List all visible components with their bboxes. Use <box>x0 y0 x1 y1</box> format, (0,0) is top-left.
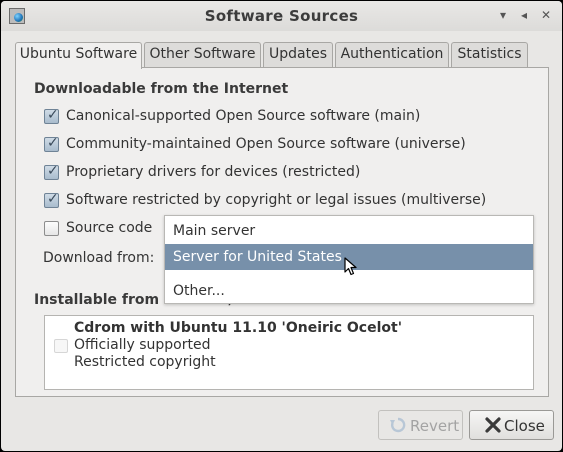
revert-button-label: Revert <box>410 417 460 435</box>
close-button-label: Close <box>504 417 545 435</box>
cdrom-support-status: Officially supported <box>74 337 211 353</box>
tab-updates[interactable]: Updates <box>263 42 333 67</box>
window-title: Software Sources <box>204 7 359 25</box>
download-from-label: Download from: <box>43 250 155 266</box>
checkbox-universe[interactable]: ✓ <box>44 135 59 152</box>
close-button[interactable]: Close <box>469 410 554 440</box>
tab-statistics[interactable]: Statistics <box>451 42 528 67</box>
checkbox-source-code[interactable] <box>44 221 59 236</box>
option-universe-label: Community-maintained Open Source softwar… <box>66 136 466 152</box>
software-sources-window: Software Sources ▾ ◂ ✕ Ubuntu Software O… <box>1 1 562 451</box>
tab-authentication[interactable]: Authentication <box>335 42 449 67</box>
option-multiverse-label: Software restricted by copyright or lega… <box>66 192 487 208</box>
cdrom-checkbox[interactable] <box>54 339 68 353</box>
dropdown-item-main-server[interactable]: Main server <box>165 218 533 244</box>
mouse-cursor-icon <box>344 257 357 276</box>
checkbox-restricted[interactable]: ✓ <box>44 163 59 180</box>
minimize-icon[interactable]: ◂ <box>516 7 532 23</box>
revert-icon <box>390 417 406 433</box>
menu-icon[interactable]: ▾ <box>495 7 511 23</box>
tab-ubuntu-software[interactable]: Ubuntu Software <box>15 42 142 69</box>
dropdown-item-other[interactable]: Other... <box>165 279 533 303</box>
close-window-icon[interactable]: ✕ <box>538 7 554 23</box>
revert-button[interactable]: Revert <box>378 410 463 440</box>
title-bar[interactable]: Software Sources ▾ ◂ ✕ <box>1 1 562 31</box>
cdrom-copyright-status: Restricted copyright <box>74 354 216 370</box>
option-main-label: Canonical-supported Open Source software… <box>66 108 421 124</box>
option-restricted-label: Proprietary drivers for devices (restric… <box>66 164 361 180</box>
option-source-code-label: Source code <box>66 220 153 236</box>
cdrom-list[interactable]: Cdrom with Ubuntu 11.10 'Oneiric Ocelot'… <box>44 315 534 390</box>
downloadable-section-title: Downloadable from the Internet <box>34 81 289 97</box>
close-icon <box>485 417 501 433</box>
tab-other-software[interactable]: Other Software <box>144 42 261 67</box>
checkbox-main[interactable]: ✓ <box>44 107 59 124</box>
cdrom-name: Cdrom with Ubuntu 11.10 'Oneiric Ocelot' <box>74 320 402 336</box>
checkbox-multiverse[interactable]: ✓ <box>44 191 59 208</box>
